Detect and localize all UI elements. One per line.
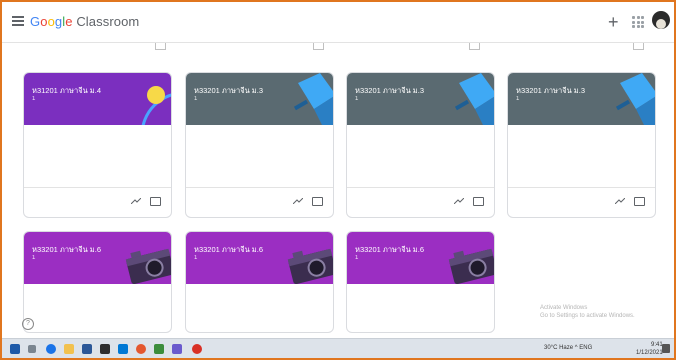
app-icon[interactable] bbox=[192, 344, 202, 354]
card-footer bbox=[347, 187, 494, 217]
trending-icon[interactable] bbox=[454, 198, 464, 204]
add-class-button[interactable]: + bbox=[608, 12, 619, 33]
banner-illustration bbox=[293, 73, 333, 125]
mail-icon[interactable] bbox=[118, 344, 128, 354]
class-title[interactable]: ห33201 ภาษาจีน ม.3 bbox=[355, 85, 424, 97]
prev-card-footer bbox=[336, 43, 486, 51]
watermark-line1: Activate Windows bbox=[540, 305, 588, 311]
system-tray[interactable]: 30°C Haze ^ ENG bbox=[544, 345, 592, 351]
chrome-icon[interactable] bbox=[136, 344, 146, 354]
notification-icon[interactable] bbox=[662, 344, 670, 353]
class-section: 1 bbox=[194, 96, 198, 102]
card-banner[interactable]: ห33201 ภาษาจีน ม.6 1 bbox=[347, 232, 494, 284]
trending-icon[interactable] bbox=[131, 198, 141, 204]
card-footer bbox=[186, 187, 333, 217]
folder-icon[interactable] bbox=[312, 197, 323, 206]
card-banner[interactable]: ห33201 ภาษาจีน ม.6 1 bbox=[186, 232, 333, 284]
clock-date: 1/12/2021 bbox=[636, 350, 663, 356]
card-banner[interactable]: ห31201 ภาษาจีน ม.4 1 bbox=[24, 73, 171, 125]
class-title[interactable]: ห31201 ภาษาจีน ม.4 bbox=[32, 85, 101, 97]
folder-icon[interactable] bbox=[155, 43, 166, 50]
class-section: 1 bbox=[32, 96, 36, 102]
class-title[interactable]: ห33201 ภาษาจีน ม.6 bbox=[32, 244, 101, 256]
class-card[interactable]: ห33201 ภาษาจีน ม.6 1 bbox=[185, 231, 334, 333]
class-card[interactable]: ห33201 ภาษาจีน ม.3 1 bbox=[507, 72, 656, 218]
taskbar-clock[interactable]: 9:41 1/12/2021 bbox=[636, 341, 663, 357]
windows-taskbar: 30°C Haze ^ ENG 9:41 1/12/2021 bbox=[2, 338, 674, 358]
app-logo[interactable]: Google Classroom bbox=[30, 14, 139, 29]
class-title[interactable]: ห33201 ภาษาจีน ม.6 bbox=[194, 244, 263, 256]
prev-card-footer bbox=[500, 43, 650, 51]
prev-card-footer bbox=[180, 43, 330, 51]
menu-icon[interactable] bbox=[12, 16, 24, 26]
class-card[interactable]: ห31201 ภาษาจีน ม.4 1 bbox=[23, 72, 172, 218]
folder-icon[interactable] bbox=[313, 43, 324, 50]
class-card[interactable]: ห33201 ภาษาจีน ม.6 1 bbox=[23, 231, 172, 333]
apps-grid-icon[interactable] bbox=[632, 16, 644, 28]
card-banner[interactable]: ห33201 ภาษาจีน ม.3 1 bbox=[508, 73, 655, 125]
avatar[interactable] bbox=[652, 11, 670, 29]
clock-time: 9:41 bbox=[651, 342, 663, 348]
banner-illustration bbox=[448, 248, 494, 284]
class-title[interactable]: ห33201 ภาษาจีน ม.6 bbox=[355, 244, 424, 256]
class-title[interactable]: ห33201 ภาษาจีน ม.3 bbox=[516, 85, 585, 97]
card-banner[interactable]: ห33201 ภาษาจีน ม.3 1 bbox=[347, 73, 494, 125]
watermark-line2: Go to Settings to activate Windows. bbox=[540, 313, 635, 319]
app-name: Classroom bbox=[76, 14, 140, 29]
card-banner[interactable]: ห33201 ภาษาจีน ม.3 1 bbox=[186, 73, 333, 125]
app-icon[interactable] bbox=[154, 344, 164, 354]
card-footer bbox=[508, 187, 655, 217]
class-section: 1 bbox=[194, 255, 198, 261]
class-section: 1 bbox=[516, 96, 520, 102]
trending-icon[interactable] bbox=[293, 198, 303, 204]
folder-icon[interactable] bbox=[633, 43, 644, 50]
top-app-bar: Google Classroom + bbox=[2, 2, 674, 43]
store-icon[interactable] bbox=[82, 344, 92, 354]
folder-icon[interactable] bbox=[150, 197, 161, 206]
class-section: 1 bbox=[355, 96, 359, 102]
class-section: 1 bbox=[355, 255, 359, 261]
help-icon[interactable]: ? bbox=[22, 318, 34, 330]
class-card[interactable]: ห33201 ภาษาจีน ม.6 1 bbox=[346, 231, 495, 333]
app-icon[interactable] bbox=[100, 344, 110, 354]
banner-illustration bbox=[125, 248, 171, 284]
class-card[interactable]: ห33201 ภาษาจีน ม.3 1 bbox=[346, 72, 495, 218]
edge-icon[interactable] bbox=[46, 344, 56, 354]
class-title[interactable]: ห33201 ภาษาจีน ม.3 bbox=[194, 85, 263, 97]
start-icon[interactable] bbox=[10, 344, 20, 354]
folder-icon[interactable] bbox=[634, 197, 645, 206]
screenshot-frame: Google Classroom + ห31201 ภาษาจีน ม.4 1 bbox=[0, 0, 676, 360]
file-explorer-icon[interactable] bbox=[64, 344, 74, 354]
folder-icon[interactable] bbox=[473, 197, 484, 206]
app-icon[interactable] bbox=[172, 344, 182, 354]
card-footer bbox=[24, 187, 171, 217]
banner-illustration bbox=[454, 73, 494, 125]
prev-card-footer bbox=[22, 43, 172, 51]
activate-windows-watermark: Activate Windows Go to Settings to activ… bbox=[540, 304, 635, 320]
banner-illustration bbox=[141, 86, 171, 125]
trending-icon[interactable] bbox=[615, 198, 625, 204]
banner-illustration bbox=[287, 248, 333, 284]
task-view-icon[interactable] bbox=[28, 345, 36, 353]
class-card[interactable]: ห33201 ภาษาจีน ม.3 1 bbox=[185, 72, 334, 218]
folder-icon[interactable] bbox=[469, 43, 480, 50]
banner-illustration bbox=[615, 73, 655, 125]
class-section: 1 bbox=[32, 255, 36, 261]
card-banner[interactable]: ห33201 ภาษาจีน ม.6 1 bbox=[24, 232, 171, 284]
